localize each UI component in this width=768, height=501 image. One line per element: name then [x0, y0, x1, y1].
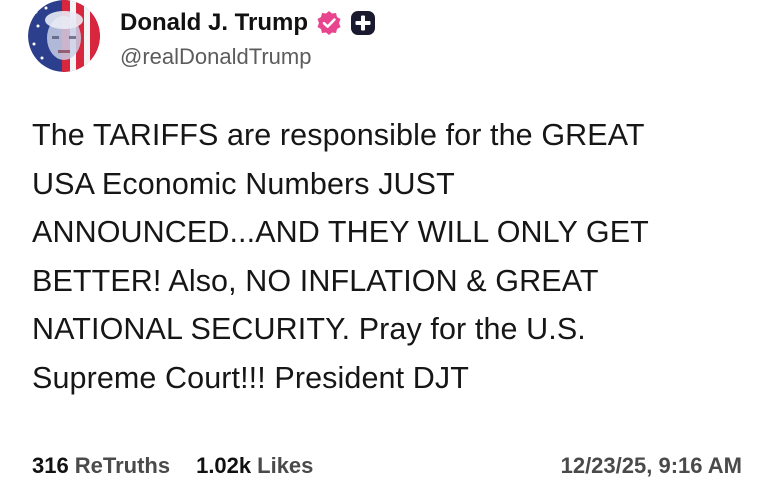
post-text-line: ANNOUNCED...AND THEY WILL ONLY GET [32, 215, 649, 249]
post-text-line: Supreme Court!!! President DJT [32, 360, 469, 395]
likes-count: 1.02k [196, 453, 252, 478]
post-body: The TARIFFS are responsible for the GREA… [32, 111, 752, 402]
truth-post: Donald J. Trump @realDonaldTrump The TAR… [0, 0, 768, 501]
retruths-stat[interactable]: 316 ReTruths [32, 453, 170, 479]
avatar[interactable] [28, 0, 100, 72]
retruths-label: ReTruths [74, 453, 171, 478]
post-text-line: NATIONAL SECURITY. Pray for the U.S. [32, 312, 586, 346]
likes-label: Likes [257, 453, 314, 478]
plus-badge-icon [350, 10, 376, 36]
author-handle[interactable]: @realDonaldTrump [120, 44, 720, 70]
author-display-name[interactable]: Donald J. Trump [120, 9, 308, 37]
post-text-line: BETTER! Also, NO INFLATION & GREAT [32, 263, 599, 298]
post-stats: 316 ReTruths 1.02k Likes 12/23/25, 9:16 … [32, 448, 742, 484]
post-timestamp[interactable]: 12/23/25, 9:16 AM [561, 453, 742, 479]
post-text-line: The TARIFFS are responsible for the GREA… [32, 118, 645, 152]
author-row: Donald J. Trump [120, 6, 720, 40]
verified-badge-icon [316, 10, 342, 36]
retruths-count: 316 [32, 453, 69, 478]
likes-stat[interactable]: 1.02k Likes [196, 453, 313, 479]
post-text-line: USA Economic Numbers JUST [32, 166, 455, 201]
post-header: Donald J. Trump @realDonaldTrump [120, 6, 720, 70]
